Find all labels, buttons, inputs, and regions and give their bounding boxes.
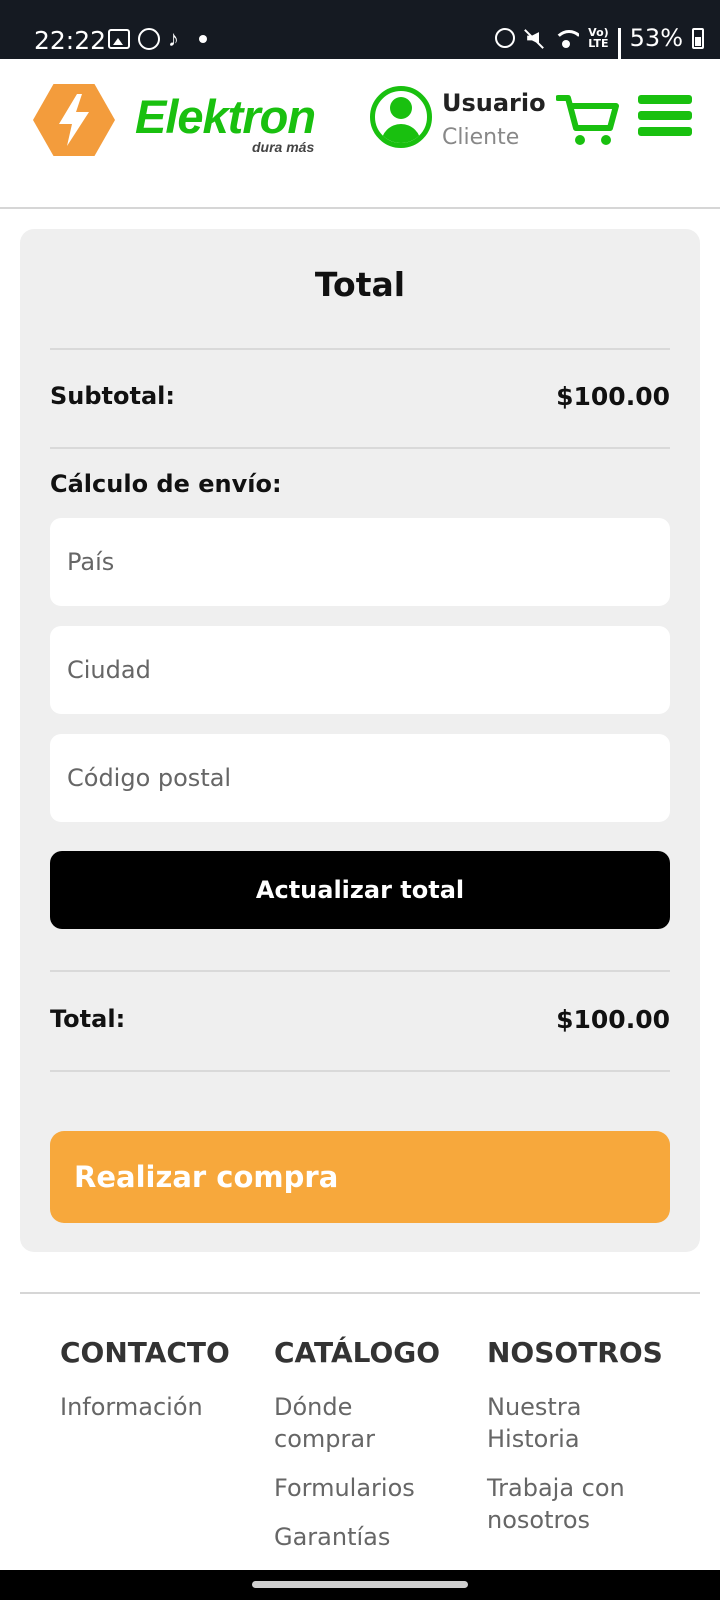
footer-heading-nosotros: NOSOTROS bbox=[487, 1336, 663, 1369]
footer-column-nosotros: NOSOTROS Nuestra Historia Trabaja con no… bbox=[487, 1336, 677, 1553]
logo-bolt-icon[interactable] bbox=[33, 84, 115, 156]
city-field[interactable] bbox=[50, 626, 670, 714]
footer-link-trabaja-con-nosotros[interactable]: Trabaja con nosotros bbox=[487, 1472, 647, 1536]
battery-icon bbox=[692, 27, 704, 49]
footer-column-contacto: CONTACTO Información bbox=[60, 1336, 260, 1440]
home-gesture-handle[interactable] bbox=[252, 1581, 468, 1588]
user-role: Cliente bbox=[442, 125, 520, 150]
footer-link-informacion[interactable]: Información bbox=[60, 1391, 260, 1423]
total-value: $100.00 bbox=[556, 1005, 670, 1034]
footer-link-garantias[interactable]: Garantías bbox=[274, 1521, 464, 1553]
cart-totals-card: Total Subtotal: $100.00 Cálculo de envío… bbox=[20, 229, 700, 1252]
footer-heading-catalogo: CATÁLOGO bbox=[274, 1336, 441, 1369]
divider bbox=[50, 348, 670, 350]
volte-lte-icon: Vo) LTE bbox=[588, 27, 609, 49]
system-icons: Vo) LTE 53% bbox=[495, 24, 704, 76]
checkout-button[interactable]: Realizar compra bbox=[50, 1131, 670, 1223]
wifi-icon bbox=[553, 28, 580, 48]
footer-link-donde-comprar[interactable]: Dónde comprar bbox=[274, 1391, 404, 1455]
notification-icons: ♪ bbox=[108, 26, 207, 52]
cart-icon[interactable] bbox=[555, 94, 620, 151]
alarm-icon bbox=[495, 28, 516, 48]
gallery-icon bbox=[108, 29, 130, 49]
postal-code-field[interactable] bbox=[50, 734, 670, 822]
user-avatar-icon[interactable] bbox=[370, 86, 432, 148]
footer-divider bbox=[20, 1292, 700, 1294]
country-field[interactable] bbox=[50, 518, 670, 606]
status-time: 22:22 bbox=[34, 26, 107, 55]
tiktok-icon: ♪ bbox=[168, 26, 179, 51]
shipping-label: Cálculo de envío: bbox=[50, 470, 282, 498]
more-notifications-icon bbox=[199, 35, 207, 43]
footer-heading-contacto: CONTACTO bbox=[60, 1336, 230, 1369]
footer-link-formularios[interactable]: Formularios bbox=[274, 1472, 464, 1504]
status-bar: 22:22 ♪ Vo) LTE 53% bbox=[0, 0, 720, 76]
divider bbox=[50, 970, 670, 972]
divider bbox=[50, 1070, 670, 1072]
user-name[interactable]: Usuario bbox=[442, 89, 546, 117]
totals-title: Total bbox=[314, 265, 406, 304]
lte-label: LTE bbox=[588, 37, 609, 50]
divider bbox=[50, 447, 670, 449]
brand-tagline: dura más bbox=[252, 139, 315, 155]
brand-name[interactable]: Elektron bbox=[135, 89, 316, 144]
mute-icon bbox=[524, 28, 544, 48]
update-total-button[interactable]: Actualizar total bbox=[50, 851, 670, 929]
system-navigation-bar bbox=[0, 1570, 720, 1600]
site-header: Elektron dura más Usuario Cliente bbox=[0, 59, 720, 209]
footer-link-nuestra-historia[interactable]: Nuestra Historia bbox=[487, 1391, 597, 1455]
subtotal-value: $100.00 bbox=[556, 382, 670, 411]
whatsapp-icon bbox=[138, 28, 160, 50]
total-label: Total: bbox=[50, 1005, 126, 1033]
signal-icon bbox=[617, 28, 621, 76]
hamburger-menu-icon[interactable] bbox=[638, 95, 692, 139]
footer-column-catalogo: CATÁLOGO Dónde comprar Formularios Garan… bbox=[274, 1336, 464, 1570]
subtotal-label: Subtotal: bbox=[50, 382, 176, 410]
battery-percentage: 53% bbox=[629, 24, 683, 52]
